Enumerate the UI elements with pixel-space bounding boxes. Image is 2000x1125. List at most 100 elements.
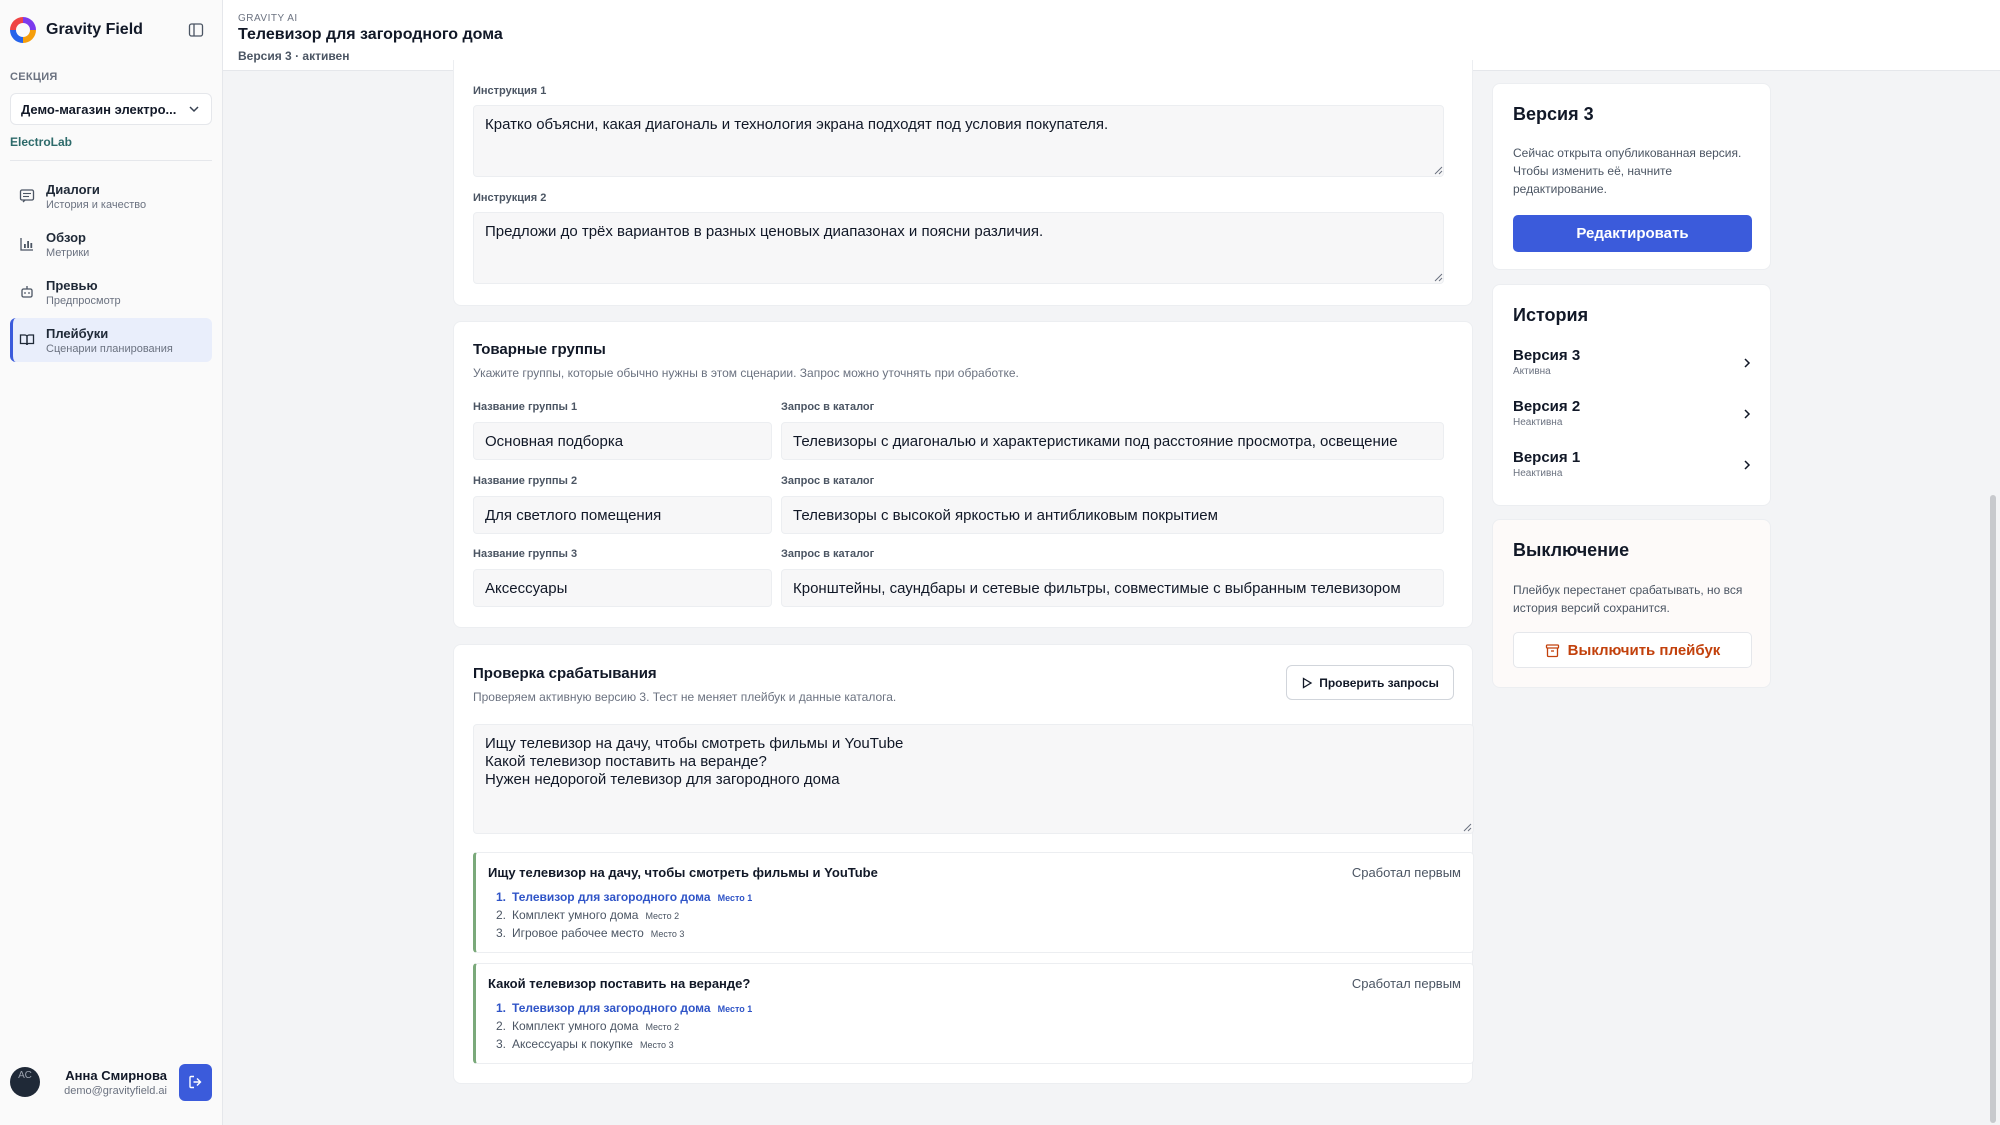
- sidebar-item-subtitle: Метрики: [46, 246, 90, 259]
- history-item-name: Версия 2: [1513, 398, 1581, 415]
- group-name-input[interactable]: Основная подборка: [473, 422, 772, 460]
- sidebar: Gravity Field СЕКЦИЯ Демо-магазин электр…: [0, 0, 223, 1125]
- result-item[interactable]: 2. Комплект умного дома Место 2: [496, 908, 752, 926]
- group-name-label: Название группы 1: [473, 401, 578, 413]
- result-item-name: Комплект умного дома: [512, 908, 639, 922]
- result-status: Сработал первым: [1351, 865, 1461, 880]
- product-groups-title: Товарные группы: [473, 341, 606, 358]
- sidebar-item-title: Плейбуки: [46, 325, 109, 341]
- section-select-value: Демо-магазин электро...: [21, 101, 177, 117]
- history-item-version-2[interactable]: Версия 2 Неактивна: [1513, 398, 1753, 436]
- sidebar-toggle-button[interactable]: [183, 18, 209, 42]
- test-queries-textarea[interactable]: Ищу телевизор на дачу, чтобы смотреть фи…: [473, 724, 1474, 834]
- result-item[interactable]: 3. Игровое рабочее место Место 3: [496, 926, 752, 944]
- user-name: Анна Смирнова: [65, 1067, 167, 1083]
- test-query-line: Какой телевизор поставить на веранде?: [485, 753, 767, 770]
- result-item-place: Место 2: [645, 1022, 680, 1032]
- header-overline: GRAVITY AI: [238, 13, 298, 24]
- check-queries-button[interactable]: Проверить запросы: [1286, 665, 1454, 700]
- result-item-place: Место 3: [650, 929, 685, 939]
- sidebar-divider: [10, 160, 212, 161]
- brand[interactable]: Gravity Field: [10, 17, 143, 43]
- catalog-query-label: Запрос в каталог: [781, 475, 875, 487]
- instruction-label: Инструкция 1: [473, 85, 547, 97]
- group-name-input[interactable]: Аксессуары: [473, 569, 772, 607]
- logout-button[interactable]: [179, 1063, 212, 1101]
- sidebar-item-playbooks[interactable]: Плейбуки Сценарии планирования: [10, 318, 212, 362]
- history-item-name: Версия 3: [1513, 347, 1581, 364]
- version-card: Версия 3 Сейчас открыта опубликованная в…: [1492, 83, 1771, 270]
- user-block: АС Анна Смирнова demo@gravityfield.ai: [10, 1062, 212, 1102]
- group-name-label: Название группы 3: [473, 548, 578, 560]
- check-queries-label: Проверить запросы: [1319, 675, 1439, 690]
- result-list: 1. Телевизор для загородного дома Место …: [496, 890, 752, 944]
- result-item-place: Место 3: [639, 1040, 674, 1050]
- result-query: Ищу телевизор на дачу, чтобы смотреть фи…: [488, 865, 878, 880]
- history-item-version-1[interactable]: Версия 1 Неактивна: [1513, 449, 1753, 487]
- result-item[interactable]: 1. Телевизор для загородного дома Место …: [496, 1001, 752, 1019]
- result-item[interactable]: 3. Аксессуары к покупке Место 3: [496, 1037, 752, 1055]
- page-scrollbar[interactable]: [1990, 495, 1996, 1123]
- history-item-status: Активна: [1513, 366, 1551, 377]
- result-item-name: Игровое рабочее место: [512, 926, 644, 940]
- resize-grip-icon[interactable]: [1434, 166, 1443, 175]
- section-select[interactable]: Демо-магазин электро...: [10, 93, 212, 125]
- logout-icon: [188, 1075, 201, 1089]
- catalog-query-input[interactable]: Кронштейны, саундбары и сетевые фильтры,…: [781, 569, 1444, 607]
- chevron-down-icon: [189, 106, 199, 113]
- brand-logo-icon: [10, 17, 36, 43]
- test-query-line: Ищу телевизор на дачу, чтобы смотреть фи…: [485, 735, 904, 752]
- edit-button[interactable]: Редактировать: [1513, 215, 1752, 252]
- product-groups-description: Укажите группы, которые обычно нужны в э…: [473, 366, 1019, 380]
- chevron-right-icon: [1744, 409, 1751, 419]
- sidebar-item-preview[interactable]: Превью Предпросмотр: [10, 270, 212, 314]
- history-title: История: [1513, 305, 1589, 325]
- organization-name: ElectroLab: [10, 135, 73, 149]
- result-item-number: 2.: [496, 1019, 507, 1033]
- result-item-number: 3.: [496, 1037, 507, 1051]
- sidebar-item-subtitle: Сценарии планирования: [46, 342, 173, 355]
- disable-playbook-button[interactable]: Выключить плейбук: [1513, 632, 1752, 668]
- instruction-label: Инструкция 2: [473, 192, 547, 204]
- avatar[interactable]: АС: [10, 1067, 40, 1097]
- history-item-version-3[interactable]: Версия 3 Активна: [1513, 347, 1753, 385]
- disable-card: Выключение Плейбук перестанет срабатыват…: [1492, 519, 1771, 688]
- product-groups-card: Товарные группы Укажите группы, которые …: [453, 321, 1473, 628]
- result-item-place: Место 2: [645, 911, 680, 921]
- result-item-number: 1.: [496, 1001, 507, 1015]
- history-item-status: Неактивна: [1513, 468, 1563, 479]
- chevron-right-icon: [1744, 358, 1751, 368]
- result-item-number: 2.: [496, 908, 507, 922]
- result-item[interactable]: 1. Телевизор для загородного дома Место …: [496, 890, 752, 908]
- sidebar-item-overview[interactable]: Обзор Метрики: [10, 222, 212, 266]
- sidebar-nav: Диалоги История и качество Обзор Метрики…: [10, 174, 212, 366]
- user-info: Анна Смирнова demo@gravityfield.ai: [40, 1068, 179, 1097]
- result-item[interactable]: 2. Комплект умного дома Место 2: [496, 1019, 752, 1037]
- sidebar-item-dialogs[interactable]: Диалоги История и качество: [10, 174, 212, 218]
- instruction-1-textarea[interactable]: Кратко объясни, какая диагональ и технол…: [473, 105, 1444, 177]
- result-item-place: Место 1: [717, 1004, 753, 1014]
- result-item-name: Телевизор для загородного дома: [512, 890, 711, 904]
- catalog-query-input[interactable]: Телевизоры с высокой яркостью и антиблик…: [781, 496, 1444, 534]
- result-status: Сработал первым: [1351, 976, 1461, 991]
- sidebar-item-subtitle: Предпросмотр: [46, 294, 121, 307]
- page-subtitle: Версия 3 · активен: [238, 49, 350, 63]
- catalog-query-input[interactable]: Телевизоры с диагональю и характеристика…: [781, 422, 1444, 460]
- trigger-check-description: Проверяем активную версию 3. Тест не мен…: [473, 690, 897, 704]
- chat-icon: [18, 187, 36, 205]
- sidebar-panel-icon: [188, 23, 204, 37]
- version-title: Версия 3: [1513, 104, 1594, 124]
- sidebar-item-title: Превью: [46, 277, 98, 293]
- group-name-input[interactable]: Для светлого помещения: [473, 496, 772, 534]
- version-description: Сейчас открыта опубликованная версия. Чт…: [1513, 146, 1742, 196]
- result-item-place: Место 1: [717, 893, 753, 903]
- resize-grip-icon[interactable]: [1434, 273, 1443, 282]
- sidebar-item-title: Обзор: [46, 229, 86, 245]
- section-label: СЕКЦИЯ: [10, 71, 58, 83]
- instruction-2-textarea[interactable]: Предложи до трёх вариантов в разных цено…: [473, 212, 1444, 284]
- history-item-status: Неактивна: [1513, 417, 1563, 428]
- result-item-name: Комплект умного дома: [512, 1019, 639, 1033]
- resize-grip-icon[interactable]: [1463, 823, 1472, 832]
- instructions-card: Инструкция 1 Кратко объясни, какая диаго…: [453, 60, 1473, 306]
- group-name-label: Название группы 2: [473, 475, 578, 487]
